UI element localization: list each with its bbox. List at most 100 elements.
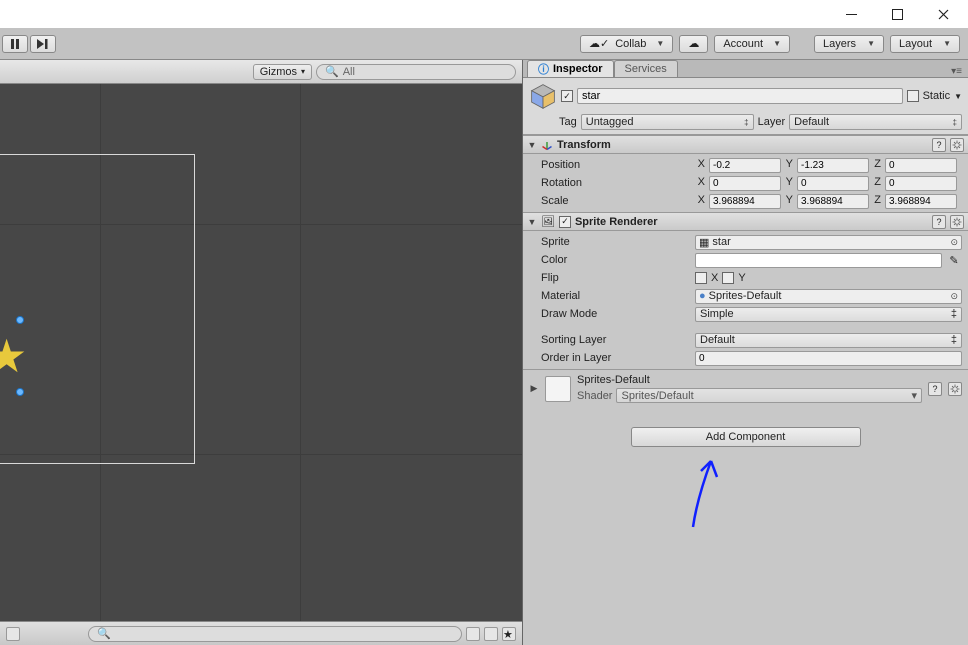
maximize-button[interactable] <box>874 0 920 28</box>
sprite-renderer-icon: 🖼 <box>541 215 555 228</box>
gameobject-name-input[interactable] <box>577 88 903 104</box>
sprite-renderer-component: ▼ 🖼 ✓ Sprite Renderer ? Sprite ▦star⊙ Co… <box>523 212 968 369</box>
chevron-down-icon[interactable]: ▼ <box>954 92 962 101</box>
tab-services[interactable]: Services <box>614 60 678 77</box>
position-y-input[interactable] <box>797 158 869 173</box>
info-icon: ⓘ <box>538 61 549 77</box>
help-icon[interactable]: ? <box>932 215 946 229</box>
scale-label: Scale <box>541 195 691 207</box>
chevron-down-icon: ▼ <box>943 39 951 48</box>
tab-inspector[interactable]: ⓘInspector <box>527 60 614 77</box>
sprite-thumb-icon: ▦ <box>699 236 709 249</box>
project-footer: 🔍 ★ <box>0 621 522 645</box>
scale-z-input[interactable] <box>885 194 957 209</box>
component-title: Sprite Renderer <box>575 216 658 228</box>
gear-icon[interactable] <box>950 138 964 152</box>
play-controls <box>2 35 56 53</box>
static-checkbox[interactable] <box>907 90 919 102</box>
gear-icon[interactable] <box>950 215 964 229</box>
component-title: Transform <box>557 139 611 151</box>
minimize-button[interactable] <box>828 0 874 28</box>
tab-menu-icon[interactable]: ▾≡ <box>945 66 968 77</box>
tag-dropdown[interactable]: Untagged‡ <box>581 114 754 130</box>
help-icon[interactable]: ? <box>928 382 942 396</box>
material-field[interactable]: ●Sprites-Default⊙ <box>695 289 962 304</box>
foldout-toggle[interactable]: ▼ <box>527 140 537 150</box>
gizmos-dropdown[interactable]: Gizmos▾ <box>253 64 312 80</box>
inspector-tabs: ⓘInspector Services ▾≡ <box>523 60 968 78</box>
add-component-area: Add Component <box>523 407 968 467</box>
static-label: Static <box>923 90 951 102</box>
foldout-toggle[interactable]: ▶ <box>529 383 539 394</box>
cloud-check-icon: ☁✓ <box>589 37 609 50</box>
cloud-button[interactable]: ☁ <box>679 35 708 53</box>
footer-button[interactable] <box>484 627 498 641</box>
flip-y-checkbox[interactable] <box>722 272 734 284</box>
chevron-down-icon: ▾ <box>301 67 305 76</box>
color-label: Color <box>541 254 691 266</box>
gameobject-header: ✓ Static ▼ Tag Untagged‡ Layer Default‡ <box>523 78 968 135</box>
rotation-label: Rotation <box>541 177 691 189</box>
account-dropdown[interactable]: Account▼ <box>714 35 790 53</box>
transform-component: ▼ Transform ? Position X Y Z <box>523 135 968 212</box>
enable-checkbox[interactable]: ✓ <box>559 216 571 228</box>
object-picker-icon[interactable]: ⊙ <box>950 291 958 302</box>
position-z-input[interactable] <box>885 158 957 173</box>
material-label: Material <box>541 290 691 302</box>
order-input[interactable] <box>695 351 962 366</box>
active-checkbox[interactable]: ✓ <box>561 90 573 102</box>
search-placeholder: All <box>343 66 355 78</box>
close-button[interactable] <box>920 0 966 28</box>
transform-axes-icon <box>541 139 553 151</box>
chevron-down-icon: ▼ <box>656 39 664 48</box>
cloud-icon: ☁ <box>688 37 699 50</box>
material-name: Sprites-Default <box>577 374 922 386</box>
scene-search[interactable]: 🔍All <box>316 64 516 80</box>
sprite-label: Sprite <box>541 236 691 248</box>
sortlayer-dropdown[interactable]: Default‡ <box>695 333 962 348</box>
scene-viewport[interactable]: ★ <box>0 84 522 621</box>
material-section: ▶ Sprites-Default Shader Sprites/Default… <box>523 369 968 407</box>
foldout-toggle[interactable]: ▼ <box>527 217 537 227</box>
rotation-z-input[interactable] <box>885 176 957 191</box>
selection-handle[interactable] <box>16 388 24 396</box>
rotation-x-input[interactable] <box>709 176 781 191</box>
drawmode-dropdown[interactable]: Simple‡ <box>695 307 962 322</box>
rotation-y-input[interactable] <box>797 176 869 191</box>
footer-button[interactable]: ★ <box>502 627 516 641</box>
help-icon[interactable]: ? <box>932 138 946 152</box>
position-x-input[interactable] <box>709 158 781 173</box>
shader-dropdown[interactable]: Sprites/Default▾ <box>616 388 922 403</box>
gameobject-cube-icon <box>529 82 557 110</box>
gear-icon[interactable] <box>948 382 962 396</box>
scale-x-input[interactable] <box>709 194 781 209</box>
step-button[interactable] <box>30 35 56 53</box>
sortlayer-label: Sorting Layer <box>541 334 691 346</box>
search-icon: 🔍 <box>97 627 111 640</box>
order-label: Order in Layer <box>541 352 691 364</box>
footer-button[interactable] <box>466 627 480 641</box>
pause-button[interactable] <box>2 35 28 53</box>
color-swatch[interactable] <box>695 253 942 268</box>
project-search[interactable]: 🔍 <box>88 626 462 642</box>
chevron-down-icon: ▼ <box>773 39 781 48</box>
collab-dropdown[interactable]: ☁✓Collab▼ <box>580 35 673 53</box>
selection-handle[interactable] <box>16 316 24 324</box>
sprite-field[interactable]: ▦star⊙ <box>695 235 962 250</box>
window-titlebar <box>0 0 968 28</box>
layer-dropdown[interactable]: Default‡ <box>789 114 962 130</box>
object-picker-icon[interactable]: ⊙ <box>950 237 958 248</box>
add-component-button[interactable]: Add Component <box>631 427 861 447</box>
layout-dropdown[interactable]: Layout▼ <box>890 35 960 53</box>
eyedropper-icon[interactable]: ✎ <box>946 254 962 267</box>
selected-sprite-star[interactable]: ★ <box>0 333 27 379</box>
annotation-arrow <box>673 449 733 529</box>
chevron-down-icon: ‡ <box>951 334 957 346</box>
layers-dropdown[interactable]: Layers▼ <box>814 35 884 53</box>
layer-label: Layer <box>758 116 786 128</box>
chevron-down-icon: ‡ <box>951 308 957 320</box>
scale-y-input[interactable] <box>797 194 869 209</box>
material-icon: ● <box>699 290 706 302</box>
footer-button[interactable] <box>6 627 20 641</box>
flip-x-checkbox[interactable] <box>695 272 707 284</box>
